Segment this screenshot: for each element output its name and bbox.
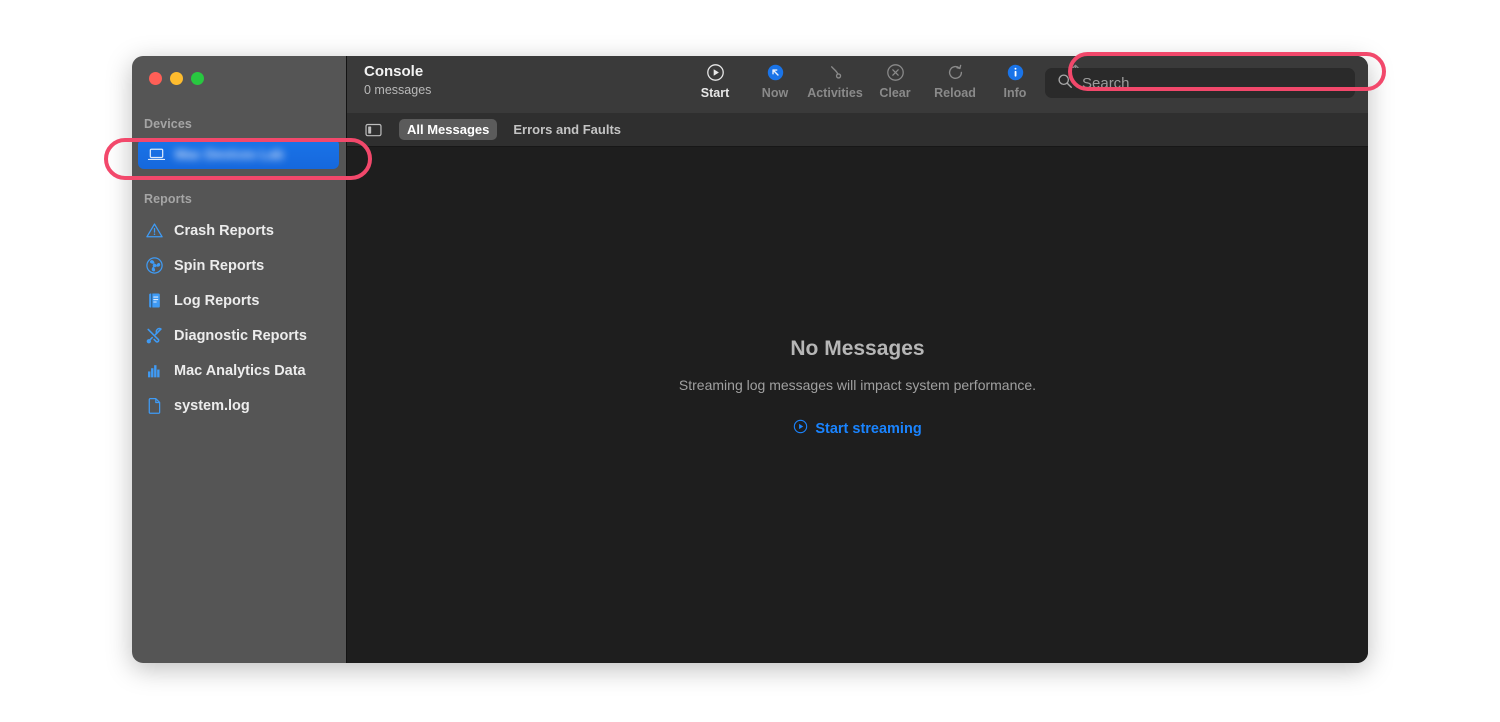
maximize-button[interactable] — [191, 72, 204, 85]
toolbar-button-label: Reload — [934, 86, 976, 100]
title-block: Console 0 messages — [364, 62, 431, 98]
search-container: Search — [1045, 68, 1355, 98]
filter-bar: All Messages Errors and Faults — [347, 113, 1368, 147]
window-traffic-lights — [149, 72, 204, 85]
sidebar-item-label: Crash Reports — [174, 222, 274, 239]
page-title: Console — [364, 63, 424, 80]
sidebar: Devices Mac Devices Lab Reports Crash Re… — [132, 56, 346, 663]
search-input[interactable]: Search — [1045, 68, 1355, 98]
spin-fan-icon — [144, 256, 164, 276]
wrench-screwdriver-icon — [144, 326, 164, 346]
message-count-label: 0 messages — [364, 83, 432, 97]
sidebar-item-crash-reports[interactable]: Crash Reports — [132, 213, 346, 248]
search-icon — [1057, 73, 1073, 94]
device-name-redacted: Mac Devices Lab — [175, 146, 284, 162]
activities-button[interactable]: Activities — [805, 61, 865, 100]
toolbar-button-label: Info — [1003, 86, 1027, 100]
laptop-icon — [147, 145, 166, 164]
start-streaming-label: Start streaming — [815, 420, 922, 437]
sidebar-item-spin-reports[interactable]: Spin Reports — [132, 248, 346, 283]
sidebar-section-header-devices: Devices — [144, 117, 192, 131]
file-icon — [144, 396, 164, 416]
main-pane: Console 0 messages Start Now Activities … — [346, 56, 1368, 663]
filter-all-messages[interactable]: All Messages — [399, 119, 498, 140]
toolbar-button-label: Activities — [807, 86, 863, 100]
toolbar-button-label: Start — [700, 86, 730, 100]
play-circle-icon — [706, 61, 725, 83]
sidebar-report-list: Crash Reports Spin Reports Log Reports D… — [132, 213, 346, 423]
toolbar-button-label: Clear — [879, 86, 911, 100]
reload-button[interactable]: Reload — [925, 61, 985, 100]
sidebar-item-mac-analytics-data[interactable]: Mac Analytics Data — [132, 353, 346, 388]
clear-button[interactable]: Clear — [865, 61, 925, 100]
sidebar-item-diagnostic-reports[interactable]: Diagnostic Reports — [132, 318, 346, 353]
now-arrow-icon — [766, 61, 785, 83]
close-button[interactable] — [149, 72, 162, 85]
toolbar-button-label: Now — [761, 86, 789, 100]
toolbar: Console 0 messages Start Now Activities … — [347, 56, 1368, 113]
sidebar-item-label: Mac Analytics Data — [174, 362, 306, 379]
sidebar-item-system-log[interactable]: system.log — [132, 388, 346, 423]
reload-icon — [946, 61, 965, 83]
sidebar-item-label: Spin Reports — [174, 257, 265, 274]
bar-chart-icon — [144, 361, 164, 381]
empty-state-title: No Messages — [790, 337, 925, 360]
now-button[interactable]: Now — [745, 61, 805, 100]
info-circle-icon — [1006, 61, 1025, 83]
warning-triangle-icon — [144, 221, 164, 241]
info-button[interactable]: Info — [985, 61, 1045, 100]
clear-x-circle-icon — [886, 61, 905, 83]
console-window: Devices Mac Devices Lab Reports Crash Re… — [132, 56, 1368, 663]
play-circle-icon — [793, 419, 808, 438]
search-placeholder: Search — [1082, 74, 1130, 92]
toolbar-buttons: Start Now Activities Clear Reload Info — [685, 61, 1105, 100]
empty-state-subtitle: Streaming log messages will impact syste… — [678, 377, 1037, 393]
message-list-empty-state: No Messages Streaming log messages will … — [347, 147, 1368, 663]
sidebar-toggle-icon[interactable] — [363, 122, 383, 138]
start-streaming-link[interactable]: Start streaming — [793, 419, 922, 438]
sidebar-item-log-reports[interactable]: Log Reports — [132, 283, 346, 318]
sidebar-item-device[interactable]: Mac Devices Lab — [138, 139, 339, 169]
sidebar-item-label: system.log — [174, 397, 250, 414]
minimize-button[interactable] — [170, 72, 183, 85]
sidebar-section-header-reports: Reports — [144, 192, 192, 206]
activities-icon — [826, 61, 845, 83]
sidebar-item-label: Diagnostic Reports — [174, 327, 307, 344]
sidebar-item-label: Log Reports — [174, 292, 260, 309]
log-document-icon — [144, 291, 164, 311]
screenshot-canvas: Devices Mac Devices Lab Reports Crash Re… — [0, 0, 1500, 722]
start-button[interactable]: Start — [685, 61, 745, 100]
filter-errors-and-faults[interactable]: Errors and Faults — [505, 119, 629, 140]
